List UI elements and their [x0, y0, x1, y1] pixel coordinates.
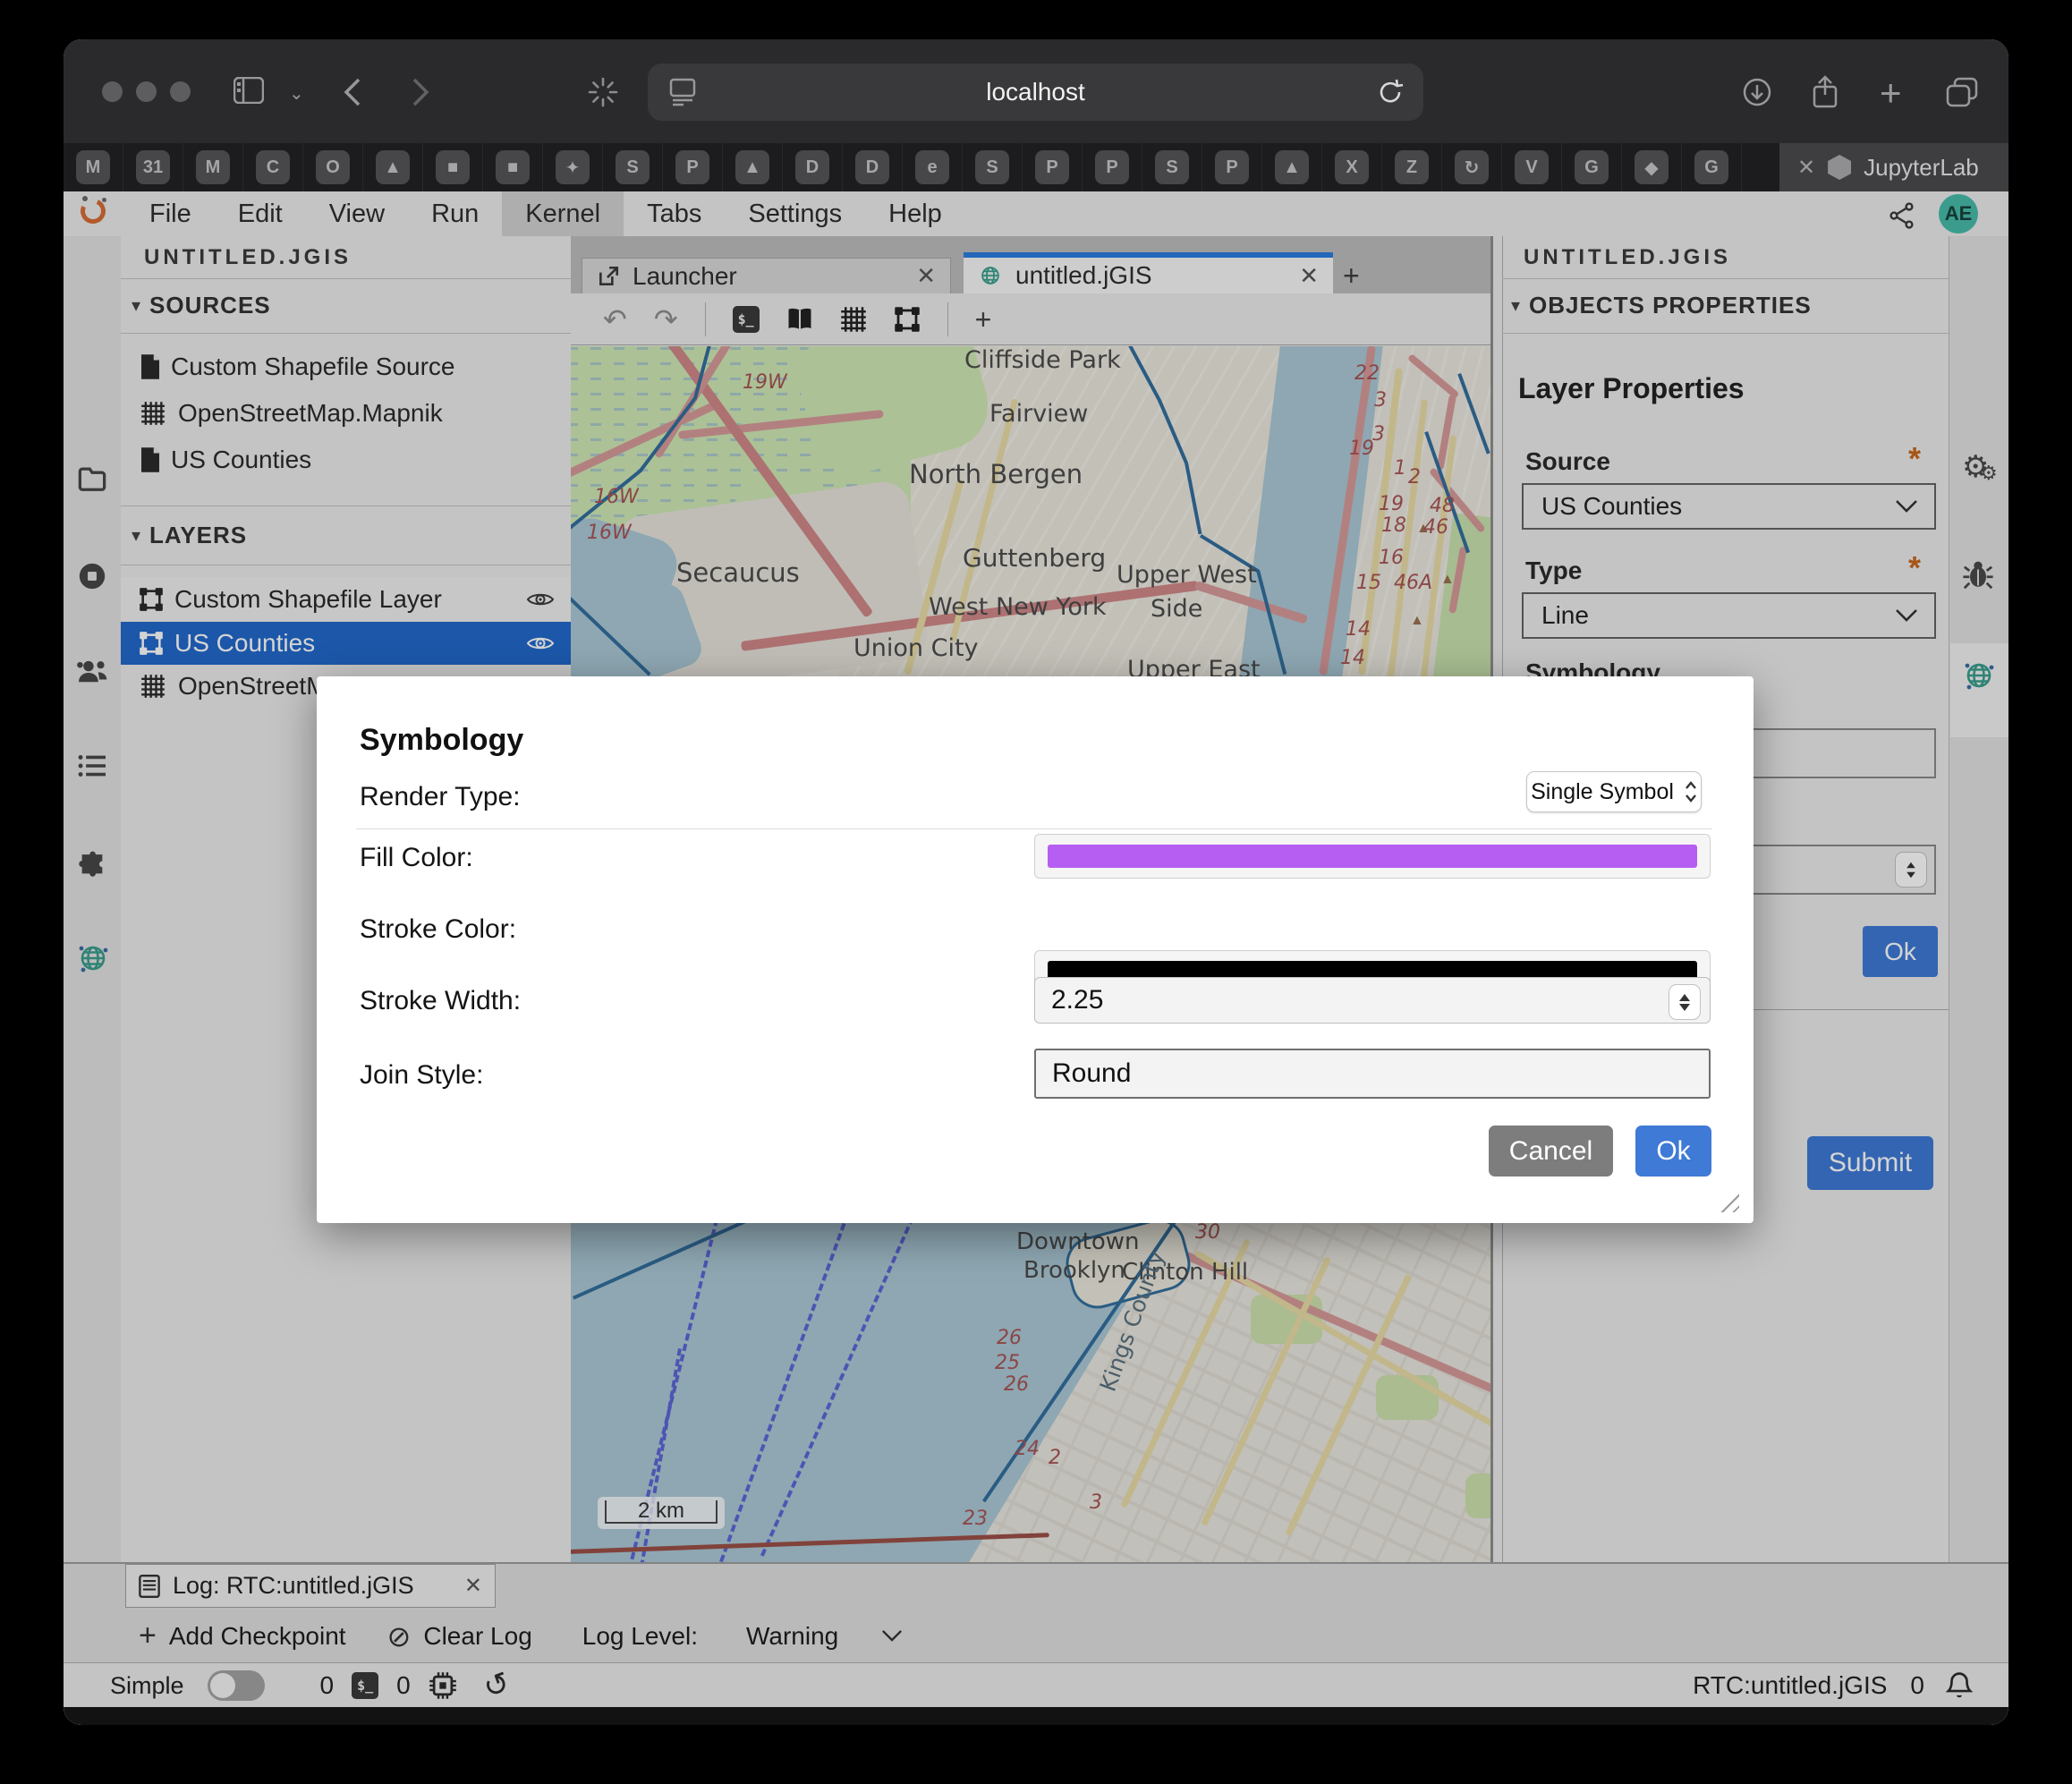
tab-overview-icon[interactable] [1946, 77, 1978, 107]
url-text: localhost [986, 78, 1085, 106]
browser-window: ⌄ localhost [64, 39, 2008, 1725]
favicon-10[interactable]: P [663, 143, 723, 191]
reload-icon[interactable] [1377, 78, 1404, 106]
reader-view-icon[interactable] [669, 78, 696, 106]
render-type-select[interactable]: Single Symbol [1526, 771, 1702, 812]
favicon-25[interactable]: G [1562, 143, 1622, 191]
stroke-width-spinner[interactable] [1669, 984, 1701, 1020]
chevron-down-icon[interactable]: ⌄ [289, 82, 304, 105]
sidebar-toggle-icon[interactable] [234, 77, 264, 104]
downloads-icon[interactable] [1742, 77, 1772, 107]
favicon-24[interactable]: V [1502, 143, 1562, 191]
ok-button[interactable]: Ok [1635, 1126, 1711, 1177]
loading-spinner-icon [588, 77, 618, 107]
minimize-window-button[interactable] [136, 81, 157, 102]
stroke-width-value: 2.25 [1051, 985, 1103, 1015]
favicon-12[interactable]: D [783, 143, 843, 191]
close-window-button[interactable] [102, 81, 123, 102]
dialog-title: Symbology [360, 723, 523, 758]
favicon-26[interactable]: ◆ [1622, 143, 1682, 191]
favicon-20[interactable]: ▲ [1262, 143, 1322, 191]
render-type-label: Render Type: [360, 782, 521, 812]
stroke-width-label: Stroke Width: [360, 986, 521, 1016]
favicon-6[interactable]: ■ [423, 143, 483, 191]
favicon-21[interactable]: X [1322, 143, 1382, 191]
address-bar[interactable]: localhost [648, 64, 1423, 121]
favicon-8[interactable]: ✦ [543, 143, 603, 191]
browser-titlebar: ⌄ localhost [64, 39, 2008, 143]
forward-button[interactable] [411, 77, 430, 107]
join-style-label: Join Style: [360, 1060, 483, 1091]
cancel-button[interactable]: Cancel [1489, 1126, 1613, 1177]
favicon-15[interactable]: S [963, 143, 1023, 191]
active-browser-tab[interactable]: ✕ JupyterLab [1779, 143, 2008, 191]
favicon-16[interactable]: P [1023, 143, 1083, 191]
bookmarks-row: M31MCO▲■■✦SP▲DDeSPPSP▲XZ↻VG◆G [64, 143, 2008, 191]
favicon-14[interactable]: e [903, 143, 963, 191]
browser-tab-label: JupyterLab [1864, 154, 1979, 182]
favicon-0[interactable]: M [64, 143, 123, 191]
favicon-19[interactable]: P [1202, 143, 1262, 191]
favicon-9[interactable]: S [603, 143, 663, 191]
fill-color-swatch[interactable] [1048, 845, 1697, 868]
fill-color-field[interactable] [1034, 834, 1711, 879]
join-style-select[interactable]: Round [1034, 1049, 1711, 1099]
favicon-23[interactable]: ↻ [1442, 143, 1502, 191]
dialog-resize-handle[interactable] [1714, 1187, 1739, 1212]
favicon-17[interactable]: P [1083, 143, 1142, 191]
share-icon[interactable] [1810, 75, 1840, 109]
stroke-color-label: Stroke Color: [360, 914, 516, 945]
zoom-window-button[interactable] [170, 81, 191, 102]
favicon-27[interactable]: G [1682, 143, 1742, 191]
symbology-dialog: Symbology Render Type: Single Symbol Fil… [317, 676, 1754, 1223]
new-tab-icon[interactable]: + [1880, 72, 1902, 115]
favicon-1[interactable]: 31 [123, 143, 183, 191]
back-button[interactable] [343, 77, 362, 107]
join-style-value: Round [1052, 1058, 1131, 1089]
favicon-3[interactable]: C [243, 143, 303, 191]
favicon-2[interactable]: M [183, 143, 243, 191]
jupyter-hexagon-icon [1828, 155, 1851, 180]
favicon-7[interactable]: ■ [483, 143, 543, 191]
favicon-18[interactable]: S [1142, 143, 1202, 191]
close-tab-icon[interactable]: ✕ [1797, 155, 1815, 181]
favicon-5[interactable]: ▲ [363, 143, 423, 191]
favicon-4[interactable]: O [303, 143, 363, 191]
stroke-width-field[interactable]: 2.25 [1034, 977, 1711, 1024]
favicon-11[interactable]: ▲ [723, 143, 783, 191]
favicon-13[interactable]: D [843, 143, 903, 191]
select-arrows-icon [1685, 781, 1697, 803]
dialog-divider [356, 828, 1712, 829]
favicon-22[interactable]: Z [1382, 143, 1442, 191]
fill-color-label: Fill Color: [360, 843, 473, 873]
